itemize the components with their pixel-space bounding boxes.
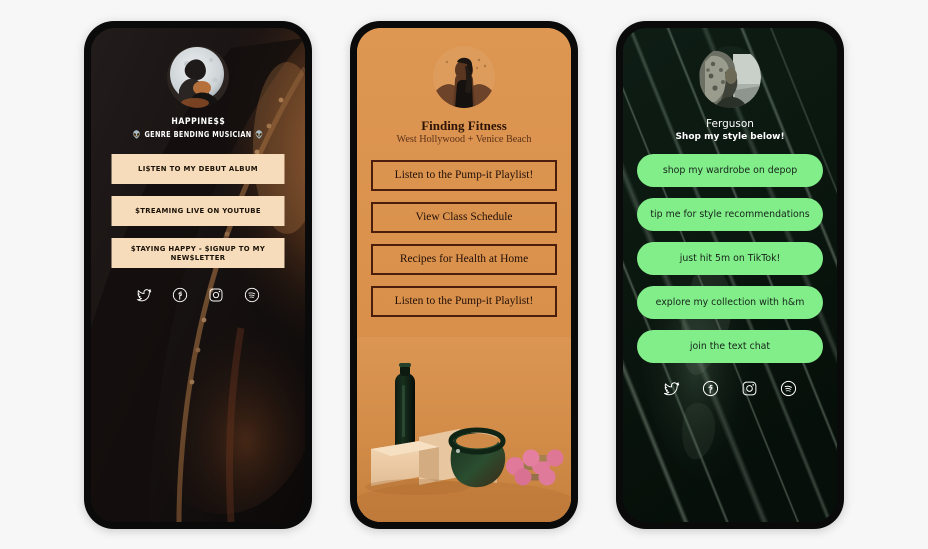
profile-tagline: West Hollywood + Venice Beach bbox=[396, 134, 532, 146]
profile-content-fitness: Finding Fitness West Hollywood + Venice … bbox=[357, 28, 571, 522]
profile-content-style: Ferguson Shop my style below! shop my wa… bbox=[623, 28, 837, 522]
avatar[interactable] bbox=[167, 45, 229, 108]
facebook-icon[interactable] bbox=[702, 380, 719, 397]
profile-tagline: Shop my style below! bbox=[675, 131, 785, 142]
social-links bbox=[105, 287, 291, 303]
page-title: HAPPINE$$ bbox=[171, 116, 225, 127]
phone-screen-musician: HAPPINE$$ 👽 GENRE BENDING MUSICIAN 👽 LI$… bbox=[91, 27, 305, 522]
phone-mockup-fitness: Finding Fitness West Hollywood + Venice … bbox=[350, 20, 578, 529]
profile-tagline: 👽 GENRE BENDING MUSICIAN 👽 bbox=[133, 130, 264, 139]
link-button-tip-me[interactable]: tip me for style recommendations bbox=[637, 198, 823, 232]
social-links bbox=[637, 380, 823, 397]
link-button-debut-album[interactable]: LI$TEN TO MY DEBUT ALBUM bbox=[111, 153, 285, 184]
link-list: Listen to the Pump-it Playlist! View Cla… bbox=[371, 159, 557, 317]
page-title: Ferguson bbox=[706, 117, 754, 130]
link-button-text-chat[interactable]: join the text chat bbox=[637, 330, 823, 364]
link-button-tiktok[interactable]: just hit 5m on TikTok! bbox=[637, 242, 823, 276]
phone-mockup-style: Ferguson Shop my style below! shop my wa… bbox=[616, 20, 844, 529]
phone-screen-fitness: Finding Fitness West Hollywood + Venice … bbox=[357, 27, 571, 522]
link-button-hm-collection[interactable]: explore my collection with h&m bbox=[637, 286, 823, 320]
link-list: shop my wardrobe on depop tip me for sty… bbox=[637, 154, 823, 364]
facebook-icon[interactable] bbox=[172, 287, 188, 303]
instagram-icon[interactable] bbox=[741, 380, 758, 397]
avatar[interactable] bbox=[433, 45, 495, 108]
spotify-icon[interactable] bbox=[244, 287, 260, 303]
link-button-newsletter[interactable]: $TAYING HAPPY - $IGNUP TO MY NEW$LETTER bbox=[111, 237, 285, 268]
profile-tagline-text: GENRE BENDING MUSICIAN bbox=[144, 129, 252, 139]
spotify-icon[interactable] bbox=[780, 380, 797, 397]
link-button-depop-wardrobe[interactable]: shop my wardrobe on depop bbox=[637, 154, 823, 188]
link-button-pump-it-playlist[interactable]: Listen to the Pump-it Playlist! bbox=[371, 159, 557, 191]
link-button-pump-it-playlist-2[interactable]: Listen to the Pump-it Playlist! bbox=[371, 285, 557, 317]
link-button-youtube-live[interactable]: $TREAMING LIVE ON YOUTUBE bbox=[111, 195, 285, 226]
phone-mockup-musician: HAPPINE$$ 👽 GENRE BENDING MUSICIAN 👽 LI$… bbox=[84, 20, 312, 529]
instagram-icon[interactable] bbox=[208, 287, 224, 303]
page-title: Finding Fitness bbox=[421, 117, 507, 133]
alien-icon: 👽 bbox=[132, 129, 141, 139]
phone-mockup-stage: HAPPINE$$ 👽 GENRE BENDING MUSICIAN 👽 LI$… bbox=[0, 0, 928, 549]
avatar[interactable] bbox=[699, 45, 761, 108]
link-button-class-schedule[interactable]: View Class Schedule bbox=[371, 201, 557, 233]
alien-icon: 👽 bbox=[255, 129, 264, 139]
phone-screen-style: Ferguson Shop my style below! shop my wa… bbox=[623, 27, 837, 522]
twitter-icon[interactable] bbox=[136, 287, 152, 303]
profile-content-musician: HAPPINE$$ 👽 GENRE BENDING MUSICIAN 👽 LI$… bbox=[91, 28, 305, 522]
twitter-icon[interactable] bbox=[663, 380, 680, 397]
link-list: LI$TEN TO MY DEBUT ALBUM $TREAMING LIVE … bbox=[105, 153, 291, 268]
link-button-recipes[interactable]: Recipes for Health at Home bbox=[371, 243, 557, 275]
